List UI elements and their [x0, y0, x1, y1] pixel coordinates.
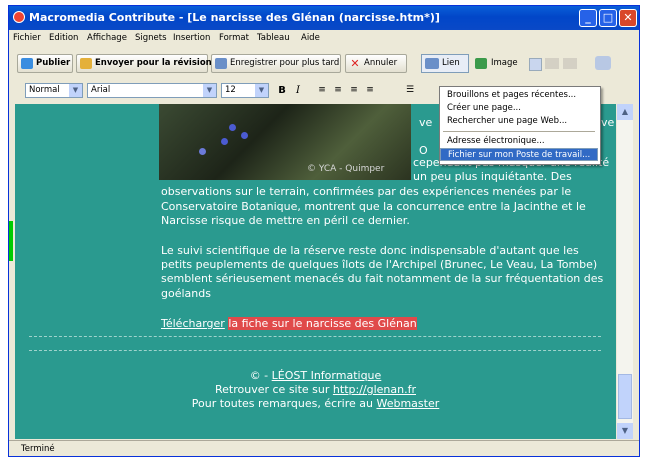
justify-icon[interactable]: ≡	[363, 83, 377, 98]
divider	[29, 336, 601, 337]
globe-icon	[21, 58, 33, 69]
status-bar: Terminé	[9, 440, 639, 457]
chevron-down-icon: ▼	[255, 84, 268, 97]
font-select[interactable]: Arial ▼	[87, 83, 217, 98]
text-line: goélands	[161, 287, 211, 300]
link-icon	[425, 58, 439, 69]
save-icon	[215, 58, 227, 69]
bold-button[interactable]: B	[275, 83, 289, 98]
menu-fichier[interactable]: Fichier	[13, 33, 41, 43]
image-button[interactable]: Image	[473, 54, 523, 73]
text-line: Narcisse risque de mettre en péril ce de…	[161, 214, 410, 227]
title-bar: Macromedia Contribute - [Le narcisse des…	[9, 6, 639, 30]
align-center-icon[interactable]: ≡	[331, 83, 345, 98]
table-icon[interactable]	[529, 58, 542, 71]
text-line: observations sur le terrain, confirmées …	[161, 185, 572, 198]
italic-button[interactable]: I	[291, 83, 305, 98]
footer-line-2: Retrouver ce site sur http://glenan.fr	[215, 383, 416, 396]
scroll-up-icon[interactable]: ▲	[617, 104, 633, 120]
cancel-button[interactable]: ✕ Annuler	[345, 54, 407, 73]
text-line: Conservatoire Botanique, montrent que la…	[161, 200, 586, 213]
menu-item-search-web[interactable]: Rechercher une page Web...	[440, 115, 598, 128]
text-line: petits peuplements de quelques îlots de …	[161, 258, 598, 271]
flower-blob	[241, 132, 248, 139]
link-button[interactable]: Lien	[421, 54, 469, 73]
menu-affichage[interactable]: Affichage	[87, 33, 127, 43]
text-line: un peu plus inquiétante. Des	[413, 170, 572, 183]
narcisse-photo: © YCA - Quimper	[159, 104, 411, 180]
menu-insertion[interactable]: Insertion	[173, 33, 210, 43]
photo-credit: © YCA - Quimper	[307, 164, 385, 174]
menu-separator	[443, 131, 595, 132]
menu-bar: Fichier Edition Affichage Signets Insert…	[9, 30, 639, 46]
menu-tableau[interactable]: Tableau	[257, 33, 290, 43]
list-icon[interactable]: ☰	[403, 83, 417, 98]
align-right-icon[interactable]: ≡	[347, 83, 361, 98]
status-text: Terminé	[21, 444, 55, 454]
maximize-button[interactable]: □	[599, 9, 617, 27]
side-marker	[9, 221, 13, 261]
divider	[29, 350, 601, 351]
window-title: Macromedia Contribute - [Le narcisse des…	[29, 11, 440, 24]
download-label[interactable]: Télécharger	[161, 317, 225, 330]
menu-signets[interactable]: Signets	[135, 33, 167, 43]
app-icon	[13, 11, 25, 23]
document-icon[interactable]	[563, 58, 577, 69]
scroll-thumb[interactable]	[618, 374, 632, 419]
menu-format[interactable]: Format	[219, 33, 249, 43]
link-dropdown-menu: Brouillons et pages récentes... Créer un…	[439, 86, 601, 165]
text-fragment: ve	[419, 116, 433, 129]
app-window: Macromedia Contribute - [Le narcisse des…	[8, 5, 640, 457]
style-select[interactable]: Normal ▼	[25, 83, 83, 98]
image-icon	[475, 58, 487, 69]
menu-aide[interactable]: Aide	[301, 33, 320, 43]
publish-button[interactable]: Publier	[17, 54, 73, 73]
vertical-scrollbar[interactable]: ▲ ▼	[617, 104, 633, 439]
flower-blob	[229, 124, 236, 131]
minimize-button[interactable]: _	[579, 9, 597, 27]
scroll-down-icon[interactable]: ▼	[617, 423, 633, 439]
chevron-down-icon: ▼	[203, 84, 216, 97]
download-line: Télécharger la fiche sur le narcisse des…	[161, 317, 417, 332]
send-review-button[interactable]: Envoyer pour la révision	[76, 54, 212, 73]
main-toolbar: Publier Envoyer pour la révision Enregis…	[11, 50, 637, 78]
close-button[interactable]: ✕	[619, 9, 637, 27]
send-icon	[80, 58, 92, 69]
text-line: Le suivi scientifique de la réserve rest…	[161, 244, 579, 257]
flash-icon[interactable]	[545, 58, 559, 69]
menu-item-drafts[interactable]: Brouillons et pages récentes...	[440, 89, 598, 102]
footer-line-1: © - LÉOST Informatique	[249, 369, 382, 382]
size-select[interactable]: 12 ▼	[221, 83, 269, 98]
menu-item-email[interactable]: Adresse électronique...	[440, 135, 598, 148]
text-line: semblent sérieusement menacés du fait no…	[161, 272, 604, 285]
cancel-x-icon: ✕	[350, 57, 360, 70]
menu-item-local-file[interactable]: Fichier sur mon Poste de travail...	[440, 148, 598, 161]
chevron-down-icon: ▼	[69, 84, 82, 97]
footer-line-3: Pour toutes remarques, écrire au Webmast…	[191, 397, 440, 410]
site-link[interactable]: http://glenan.fr	[333, 383, 416, 396]
flower-blob	[221, 138, 228, 145]
flower-blob	[199, 148, 206, 155]
webmaster-link[interactable]: Webmaster	[376, 397, 439, 410]
download-link[interactable]: la fiche sur le narcisse des Glénan	[228, 317, 417, 330]
menu-edition[interactable]: Edition	[49, 33, 78, 43]
menu-item-create-page[interactable]: Créer une page...	[440, 102, 598, 115]
save-later-button[interactable]: Enregistrer pour plus tard	[211, 54, 341, 73]
align-left-icon[interactable]: ≡	[315, 83, 329, 98]
leost-link[interactable]: LÉOST Informatique	[272, 369, 382, 382]
help-icon[interactable]	[595, 56, 611, 70]
